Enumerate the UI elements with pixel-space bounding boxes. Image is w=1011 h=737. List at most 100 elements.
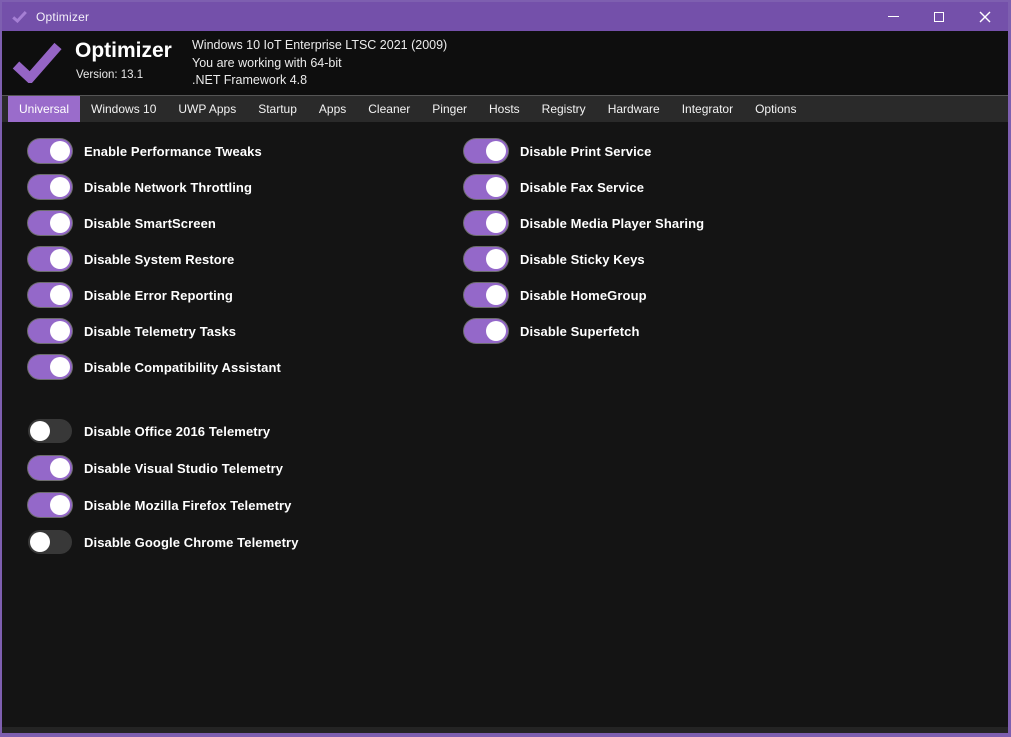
toggle-switch[interactable] <box>28 175 72 199</box>
toggle-label: Disable System Restore <box>84 252 234 267</box>
toggle-row: Disable Print Service <box>464 139 704 163</box>
tab-startup[interactable]: Startup <box>247 96 308 122</box>
tab-cleaner[interactable]: Cleaner <box>357 96 421 122</box>
universal-tab-page: Enable Performance Tweaks Disable Networ… <box>2 122 1008 733</box>
toggle-label: Enable Performance Tweaks <box>84 144 262 159</box>
toggle-switch[interactable] <box>464 283 508 307</box>
system-info: Windows 10 IoT Enterprise LTSC 2021 (200… <box>192 37 447 90</box>
header: Optimizer Version: 13.1 Windows 10 IoT E… <box>2 31 1008 95</box>
tab-windows-10[interactable]: Windows 10 <box>80 96 167 122</box>
toggle-label: Disable Sticky Keys <box>520 252 645 267</box>
toggle-knob <box>486 249 506 269</box>
tweaks-group-telemetry: Disable Office 2016 Telemetry Disable Vi… <box>28 419 299 567</box>
toggle-knob <box>486 285 506 305</box>
tab-registry[interactable]: Registry <box>531 96 597 122</box>
tab-bar: Universal Windows 10 UWP Apps Startup Ap… <box>2 95 1008 122</box>
toggle-knob <box>30 421 50 441</box>
toggle-label: Disable Superfetch <box>520 324 640 339</box>
toggle-row: Disable Superfetch <box>464 319 704 343</box>
tweaks-group-services: Disable Print Service Disable Fax Servic… <box>464 139 704 355</box>
toggle-row: Disable Sticky Keys <box>464 247 704 271</box>
toggle-row: Disable System Restore <box>28 247 281 271</box>
system-info-dotnet: .NET Framework 4.8 <box>192 72 447 90</box>
tab-hardware[interactable]: Hardware <box>597 96 671 122</box>
toggle-switch[interactable] <box>28 419 72 443</box>
toggle-label: Disable Error Reporting <box>84 288 233 303</box>
toggle-switch[interactable] <box>464 211 508 235</box>
bottom-strip <box>2 727 1008 733</box>
toggle-label: Disable Print Service <box>520 144 651 159</box>
toggle-switch[interactable] <box>28 493 72 517</box>
toggle-knob <box>486 177 506 197</box>
toggle-switch[interactable] <box>28 319 72 343</box>
tab-pinger[interactable]: Pinger <box>421 96 478 122</box>
toggle-knob <box>50 321 70 341</box>
toggle-row: Disable Error Reporting <box>28 283 281 307</box>
toggle-row: Disable Telemetry Tasks <box>28 319 281 343</box>
toggle-label: Disable Network Throttling <box>84 180 252 195</box>
toggle-label: Disable Fax Service <box>520 180 644 195</box>
tab-apps[interactable]: Apps <box>308 96 357 122</box>
toggle-knob <box>50 249 70 269</box>
toggle-knob <box>50 458 70 478</box>
toggle-knob <box>486 213 506 233</box>
window-controls <box>870 2 1008 31</box>
maximize-button[interactable] <box>916 2 962 31</box>
toggle-label: Disable Visual Studio Telemetry <box>84 461 283 476</box>
toggle-switch[interactable] <box>464 175 508 199</box>
toggle-knob <box>50 177 70 197</box>
toggle-switch[interactable] <box>464 319 508 343</box>
minimize-button[interactable] <box>870 2 916 31</box>
window-title: Optimizer <box>36 10 89 24</box>
toggle-switch[interactable] <box>28 247 72 271</box>
app-title: Optimizer <box>75 39 172 63</box>
toggle-switch[interactable] <box>28 139 72 163</box>
toggle-label: Disable Office 2016 Telemetry <box>84 424 270 439</box>
toggle-row: Enable Performance Tweaks <box>28 139 281 163</box>
toggle-knob <box>50 141 70 161</box>
minimize-icon <box>888 16 899 17</box>
toggle-knob <box>50 213 70 233</box>
tweaks-group-primary: Enable Performance Tweaks Disable Networ… <box>28 139 281 391</box>
toggle-label: Disable Telemetry Tasks <box>84 324 236 339</box>
toggle-switch[interactable] <box>28 283 72 307</box>
toggle-knob <box>50 495 70 515</box>
toggle-switch[interactable] <box>28 211 72 235</box>
toggle-knob <box>486 141 506 161</box>
toggle-row: Disable HomeGroup <box>464 283 704 307</box>
toggle-label: Disable Google Chrome Telemetry <box>84 535 299 550</box>
toggle-row: Disable Mozilla Firefox Telemetry <box>28 493 299 517</box>
tab-integrator[interactable]: Integrator <box>671 96 744 122</box>
toggle-row: Disable Google Chrome Telemetry <box>28 530 299 554</box>
toggle-switch[interactable] <box>28 456 72 480</box>
toggle-knob <box>30 532 50 552</box>
toggle-knob <box>50 357 70 377</box>
toggle-label: Disable Mozilla Firefox Telemetry <box>84 498 292 513</box>
maximize-icon <box>934 12 944 22</box>
titlebar: Optimizer <box>2 2 1008 31</box>
toggle-label: Disable Media Player Sharing <box>520 216 704 231</box>
toggle-knob <box>50 285 70 305</box>
system-info-arch: You are working with 64-bit <box>192 55 447 73</box>
optimizer-window: Optimizer Optimizer Version: 13.1 Window… <box>0 0 1011 737</box>
toggle-row: Disable Visual Studio Telemetry <box>28 456 299 480</box>
tab-options[interactable]: Options <box>744 96 807 122</box>
toggle-row: Disable Office 2016 Telemetry <box>28 419 299 443</box>
close-button[interactable] <box>962 2 1008 31</box>
toggle-switch[interactable] <box>464 139 508 163</box>
toggle-switch[interactable] <box>28 530 72 554</box>
tab-uwp-apps[interactable]: UWP Apps <box>167 96 247 122</box>
toggle-row: Disable Compatibility Assistant <box>28 355 281 379</box>
toggle-switch[interactable] <box>28 355 72 379</box>
app-logo-check-icon <box>12 41 62 83</box>
toggle-row: Disable Fax Service <box>464 175 704 199</box>
tab-universal[interactable]: Universal <box>8 96 80 122</box>
tab-hosts[interactable]: Hosts <box>478 96 531 122</box>
toggle-switch[interactable] <box>464 247 508 271</box>
toggle-knob <box>486 321 506 341</box>
toggle-label: Disable Compatibility Assistant <box>84 360 281 375</box>
toggle-label: Disable HomeGroup <box>520 288 647 303</box>
toggle-row: Disable Media Player Sharing <box>464 211 704 235</box>
window-inner: Optimizer Optimizer Version: 13.1 Window… <box>2 2 1008 733</box>
toggle-row: Disable SmartScreen <box>28 211 281 235</box>
